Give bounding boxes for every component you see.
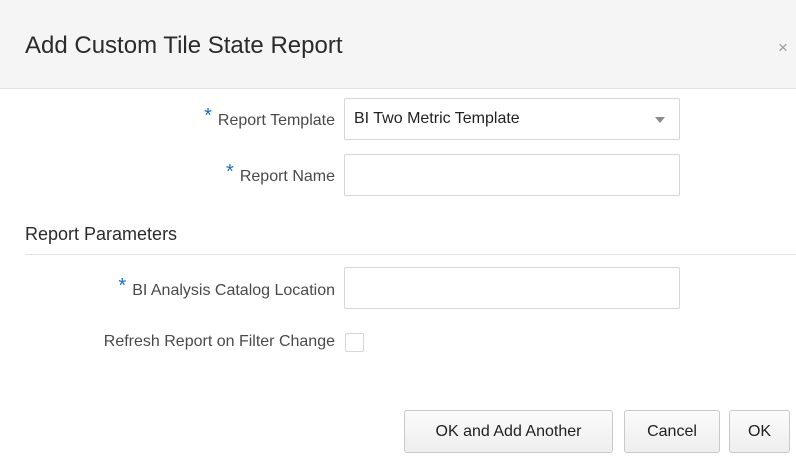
section-divider <box>25 254 796 255</box>
required-marker: * <box>204 105 212 127</box>
catalog-location-label-text: BI Analysis Catalog Location <box>132 282 335 299</box>
report-template-label-text: Report Template <box>217 112 335 129</box>
ok-button[interactable]: OK <box>729 410 790 453</box>
report-template-label-container: * Report Template <box>0 99 335 139</box>
report-template-select[interactable]: BI Two Metric Template <box>344 98 680 140</box>
chevron-down-icon <box>655 117 665 123</box>
dialog-header: Add Custom Tile State Report × <box>0 0 796 89</box>
add-custom-tile-state-report-dialog: Add Custom Tile State Report × * Report T… <box>0 0 796 469</box>
refresh-report-checkbox[interactable] <box>345 333 364 352</box>
required-marker: * <box>118 275 127 297</box>
catalog-location-input[interactable] <box>344 267 680 309</box>
report-name-label-container: * Report Name <box>0 155 335 195</box>
catalog-location-label: * BI Analysis Catalog Location <box>118 269 335 309</box>
cancel-button[interactable]: Cancel <box>624 410 720 453</box>
report-name-input[interactable] <box>344 154 680 196</box>
report-template-label: * Report Template <box>204 99 335 139</box>
refresh-report-label-container: Refresh Report on Filter Change <box>0 322 335 362</box>
dialog-title: Add Custom Tile State Report <box>25 32 343 59</box>
report-template-selected-value: BI Two Metric Template <box>354 110 520 127</box>
report-parameters-heading: Report Parameters <box>25 224 178 244</box>
required-marker: * <box>226 161 234 183</box>
catalog-location-label-container: * BI Analysis Catalog Location <box>0 269 335 309</box>
ok-and-add-another-button[interactable]: OK and Add Another <box>404 410 613 453</box>
report-name-label: * Report Name <box>226 155 335 195</box>
refresh-report-label: Refresh Report on Filter Change <box>103 333 335 350</box>
report-name-label-text: Report Name <box>239 168 335 185</box>
close-icon[interactable]: × <box>773 38 793 58</box>
